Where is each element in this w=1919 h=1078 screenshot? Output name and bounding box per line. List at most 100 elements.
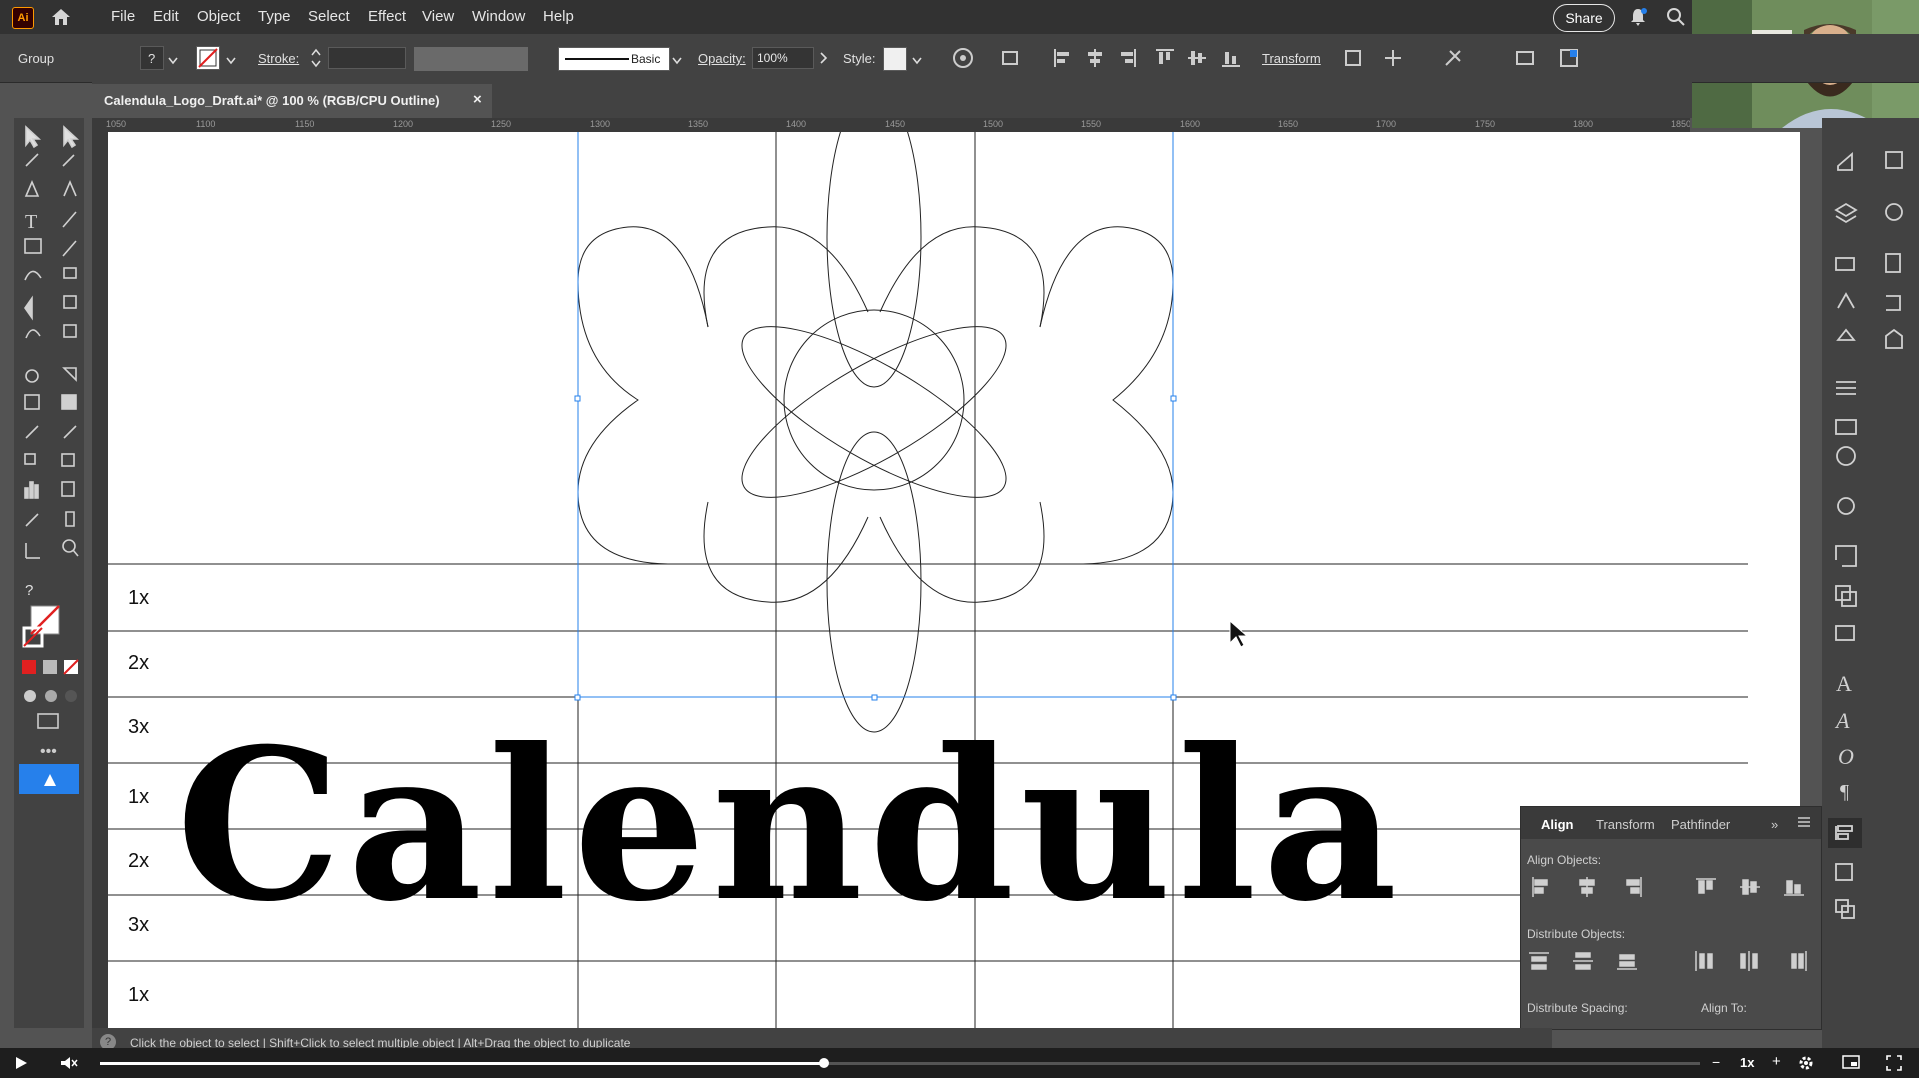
menu-edit[interactable]: Edit — [153, 8, 179, 25]
ruler-label: 1450 — [885, 119, 906, 129]
row-label: 2x — [128, 850, 150, 872]
home-icon[interactable] — [50, 7, 72, 27]
minus-icon[interactable]: − — [1712, 1054, 1720, 1070]
panel-menu-icon[interactable] — [1797, 815, 1811, 834]
ruler-label: 1100 — [196, 119, 216, 129]
puppet-warp-icon[interactable] — [1442, 47, 1464, 69]
picture-in-picture-icon[interactable] — [1842, 1055, 1860, 1074]
menu-help[interactable]: Help — [543, 8, 574, 25]
style-label: Style: — [843, 51, 876, 66]
fill-swatch[interactable]: ? — [140, 46, 164, 70]
svg-text:O: O — [1838, 744, 1854, 769]
distribute-spacing-label: Distribute Spacing: — [1527, 1001, 1628, 1015]
chevron-down-icon[interactable] — [672, 52, 682, 70]
ruler-label: 1050 — [106, 119, 127, 129]
plus-icon[interactable]: + — [1772, 1053, 1781, 1070]
align-center-icon[interactable] — [1084, 47, 1106, 69]
progress-handle[interactable] — [819, 1058, 829, 1068]
recolor-artwork-icon[interactable] — [952, 47, 974, 69]
svg-text:?: ? — [25, 582, 33, 599]
image-trace-icon[interactable] — [1514, 47, 1536, 69]
search-icon[interactable] — [1666, 7, 1686, 32]
progress-fill — [100, 1062, 824, 1065]
arrange-documents-icon[interactable] — [1558, 47, 1580, 69]
logo-wordmark[interactable]: Calendula — [176, 722, 1403, 930]
opacity-input[interactable]: 100% — [752, 47, 814, 69]
chevron-down-icon[interactable] — [226, 52, 236, 70]
chevron-down-icon[interactable] — [168, 52, 178, 70]
panel-icons[interactable]: A A O ¶ — [1822, 118, 1919, 1048]
share-button[interactable]: Share — [1553, 4, 1615, 32]
selection-type-label: Group — [18, 51, 55, 66]
menu-object[interactable]: Object — [197, 8, 240, 25]
menu-bar: Ai File Edit Object Type Select Effect V… — [0, 0, 1919, 34]
menu-select[interactable]: Select — [308, 8, 350, 25]
align-top-icon[interactable] — [1154, 47, 1176, 69]
menu-window[interactable]: Window — [472, 8, 525, 25]
svg-text:•••: ••• — [40, 743, 57, 760]
ruler-label: 1300 — [590, 119, 611, 129]
graphic-style-swatch[interactable] — [883, 47, 907, 71]
ruler-horizontal[interactable]: 1050 1100 1150 1200 1250 1300 1350 1400 … — [92, 118, 1690, 133]
svg-text:¶: ¶ — [1840, 781, 1849, 803]
align-panel: Align Transform Pathfinder » Align Objec… — [1520, 806, 1822, 1030]
ruler-label: 1150 — [295, 119, 315, 129]
app-logo: Ai — [12, 7, 34, 29]
menu-file[interactable]: File — [111, 8, 135, 25]
shape-builder-icon[interactable] — [1382, 47, 1404, 69]
stepper-icon[interactable] — [310, 48, 322, 73]
ruler-vertical[interactable] — [92, 132, 108, 1028]
ruler-label: 1850 — [1671, 119, 1690, 129]
progress-track[interactable] — [100, 1058, 1700, 1068]
svg-text:?: ? — [148, 51, 155, 66]
mute-icon[interactable] — [60, 1056, 78, 1075]
stroke-weight-input[interactable] — [328, 47, 406, 69]
stroke-swatch[interactable] — [196, 46, 220, 70]
stroke-label[interactable]: Stroke: — [258, 51, 299, 66]
variable-width-profile[interactable] — [414, 47, 528, 71]
ruler-label: 1600 — [1180, 119, 1201, 129]
artboard-options-icon[interactable] — [1000, 47, 1022, 69]
transform-link[interactable]: Transform — [1262, 51, 1321, 66]
align-left-icon[interactable] — [1052, 47, 1074, 69]
menu-effect[interactable]: Effect — [368, 8, 406, 25]
tab-pathfinder[interactable]: Pathfinder — [1671, 817, 1730, 832]
distribute-objects-buttons[interactable] — [1521, 947, 1821, 977]
opacity-label[interactable]: Opacity: — [698, 51, 746, 66]
chevron-right-icon[interactable] — [820, 51, 828, 69]
ruler-label: 1400 — [786, 119, 807, 129]
align-bottom-icon[interactable] — [1220, 47, 1242, 69]
tab-align[interactable]: Align — [1541, 817, 1574, 832]
tab-document[interactable]: Calendula_Logo_Draft.ai* @ 100 % (RGB/CP… — [92, 84, 492, 118]
row-label: 2x — [128, 652, 150, 674]
right-panel-dock: A A O ¶ — [1822, 118, 1919, 1048]
isolate-icon[interactable] — [1342, 47, 1364, 69]
ruler-label: 1750 — [1475, 119, 1496, 129]
row-label: 1x — [128, 587, 150, 609]
row-label: 1x — [128, 984, 150, 1006]
fullscreen-icon[interactable] — [1886, 1055, 1902, 1076]
ruler-label: 1650 — [1278, 119, 1299, 129]
menu-view[interactable]: View — [422, 8, 454, 25]
close-icon[interactable]: × — [473, 91, 482, 108]
play-icon[interactable] — [14, 1056, 28, 1075]
brush-definition[interactable]: Basic — [558, 47, 670, 71]
chevron-down-icon[interactable] — [912, 52, 922, 70]
tab-transform[interactable]: Transform — [1596, 817, 1655, 832]
row-label: 1x — [128, 786, 150, 808]
align-objects-buttons[interactable] — [1521, 873, 1821, 903]
tools-icons[interactable]: T ? ••• — [14, 118, 84, 1028]
ruler-label: 1800 — [1573, 119, 1594, 129]
expand-icon[interactable]: » — [1771, 817, 1778, 832]
row-label: 3x — [128, 914, 150, 936]
align-right-icon[interactable] — [1116, 47, 1138, 69]
ruler-label: 1700 — [1376, 119, 1397, 129]
menu-type[interactable]: Type — [258, 8, 291, 25]
bell-icon[interactable] — [1628, 7, 1648, 32]
control-bar: Group ? Stroke: Basic Opacity: 100% Styl… — [0, 34, 1919, 83]
gear-icon[interactable] — [1798, 1055, 1814, 1076]
tools-panel: T ? ••• — [14, 118, 84, 1028]
align-middle-icon[interactable] — [1186, 47, 1208, 69]
svg-text:A: A — [1834, 708, 1850, 733]
ruler-label: 1250 — [491, 119, 512, 129]
